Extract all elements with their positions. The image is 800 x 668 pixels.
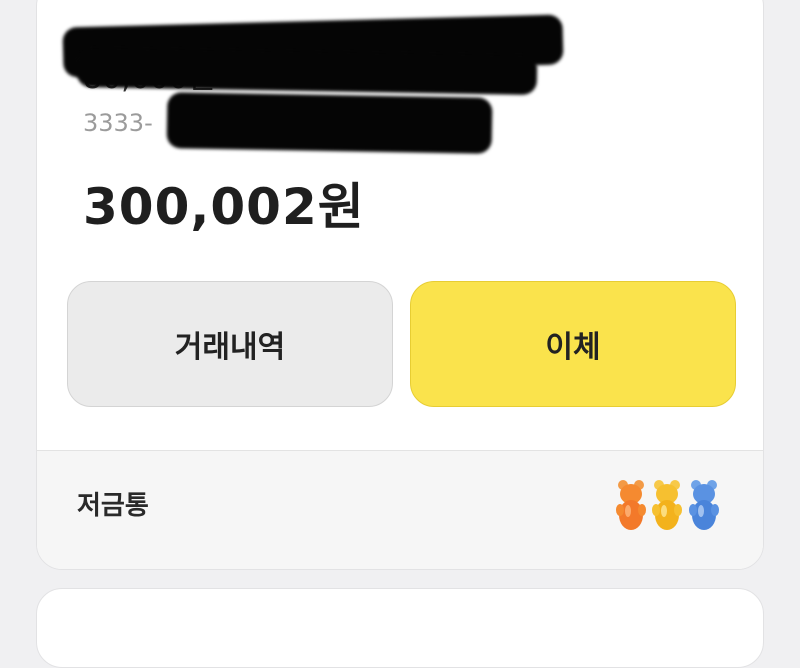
savings-box-label: 저금통 xyxy=(77,491,149,521)
yellow-bear-icon xyxy=(652,480,682,530)
transaction-history-button[interactable]: 거래내역 xyxy=(67,281,393,407)
orange-bear-icon xyxy=(616,480,646,530)
redaction-mark xyxy=(76,46,538,96)
savings-box-row[interactable]: 저금통 xyxy=(37,451,763,569)
transfer-button[interactable]: 이체 xyxy=(410,281,736,407)
account-number: 3333- xyxy=(83,109,153,137)
next-card[interactable] xyxy=(36,588,764,668)
redaction-mark xyxy=(166,92,493,154)
transaction-history-label: 거래내역 xyxy=(174,330,286,365)
account-balance: 300,002원 xyxy=(83,178,365,236)
gummy-bears-icon xyxy=(616,480,719,530)
transfer-label: 이체 xyxy=(545,330,601,365)
account-card[interactable]: 80,000원 3333- 300,002원 거래내역 이체 저금통 xyxy=(36,0,764,570)
blue-bear-icon xyxy=(689,480,719,530)
